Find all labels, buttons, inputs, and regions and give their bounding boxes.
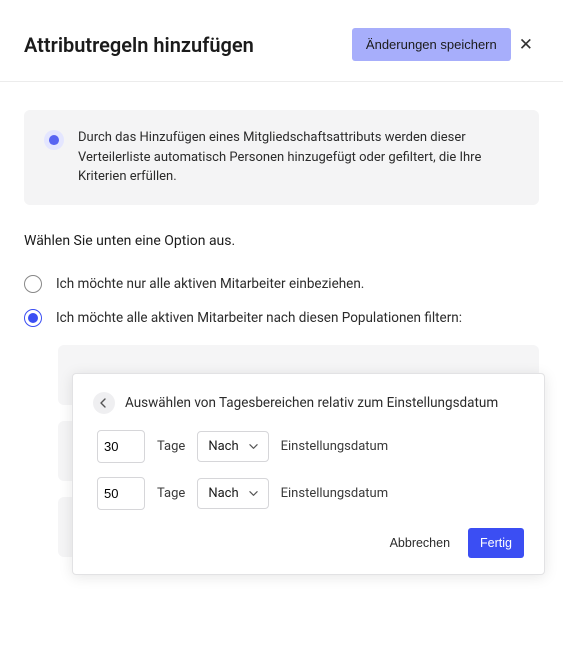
choose-option-label: Wählen Sie unten eine Option aus. — [24, 233, 539, 249]
cancel-button[interactable]: Abbrechen — [382, 530, 458, 556]
direction-select-value: Nach — [208, 439, 238, 454]
reference-date-label: Einstellungsdatum — [281, 486, 389, 501]
days-input[interactable] — [97, 477, 145, 510]
reference-date-label: Einstellungsdatum — [281, 439, 389, 454]
day-range-row: Tage Nach Einstellungsdatum — [93, 430, 524, 463]
radio-checked-icon — [24, 309, 42, 327]
chevron-down-icon — [249, 489, 258, 498]
direction-select[interactable]: Nach — [197, 478, 268, 509]
dialog-content: Durch das Hinzufügen eines Mitgliedschaf… — [0, 82, 563, 557]
info-banner: Durch das Hinzufügen eines Mitgliedschaf… — [24, 110, 539, 205]
days-input[interactable] — [97, 430, 145, 463]
header-actions: Änderungen speichern ✕ — [352, 28, 539, 61]
option-filter-populations[interactable]: Ich möchte alle aktiven Mitarbeiter nach… — [24, 301, 539, 335]
save-changes-button[interactable]: Änderungen speichern — [352, 28, 511, 61]
lightbulb-icon — [44, 130, 64, 150]
popup-footer: Abbrechen Fertig — [93, 528, 524, 558]
back-button[interactable] — [93, 392, 115, 414]
dialog-header: Attributregeln hinzufügen Änderungen spe… — [0, 0, 563, 82]
done-button[interactable]: Fertig — [468, 528, 524, 558]
direction-select[interactable]: Nach — [197, 431, 268, 462]
info-banner-text: Durch das Hinzufügen eines Mitgliedschaf… — [78, 128, 519, 187]
popup-title: Auswählen von Tagesbereichen relativ zum… — [125, 395, 498, 411]
direction-select-value: Nach — [208, 486, 238, 501]
close-icon[interactable]: ✕ — [513, 31, 539, 59]
days-unit-label: Tage — [157, 439, 185, 454]
option-only-active-label: Ich möchte nur alle aktiven Mitarbeiter … — [56, 276, 364, 292]
days-unit-label: Tage — [157, 486, 185, 501]
radio-unchecked-icon — [24, 275, 42, 293]
arrow-left-icon — [99, 398, 109, 408]
popup-header: Auswählen von Tagesbereichen relativ zum… — [93, 392, 524, 414]
option-only-active[interactable]: Ich möchte nur alle aktiven Mitarbeiter … — [24, 267, 539, 301]
filter-area: Auswählen von Tagesbereichen relativ zum… — [24, 345, 539, 557]
day-range-popup: Auswählen von Tagesbereichen relativ zum… — [72, 373, 545, 575]
day-range-row: Tage Nach Einstellungsdatum — [93, 477, 524, 510]
option-filter-populations-label: Ich möchte alle aktiven Mitarbeiter nach… — [56, 310, 462, 326]
page-title: Attributregeln hinzufügen — [24, 33, 254, 57]
chevron-down-icon — [249, 442, 258, 451]
